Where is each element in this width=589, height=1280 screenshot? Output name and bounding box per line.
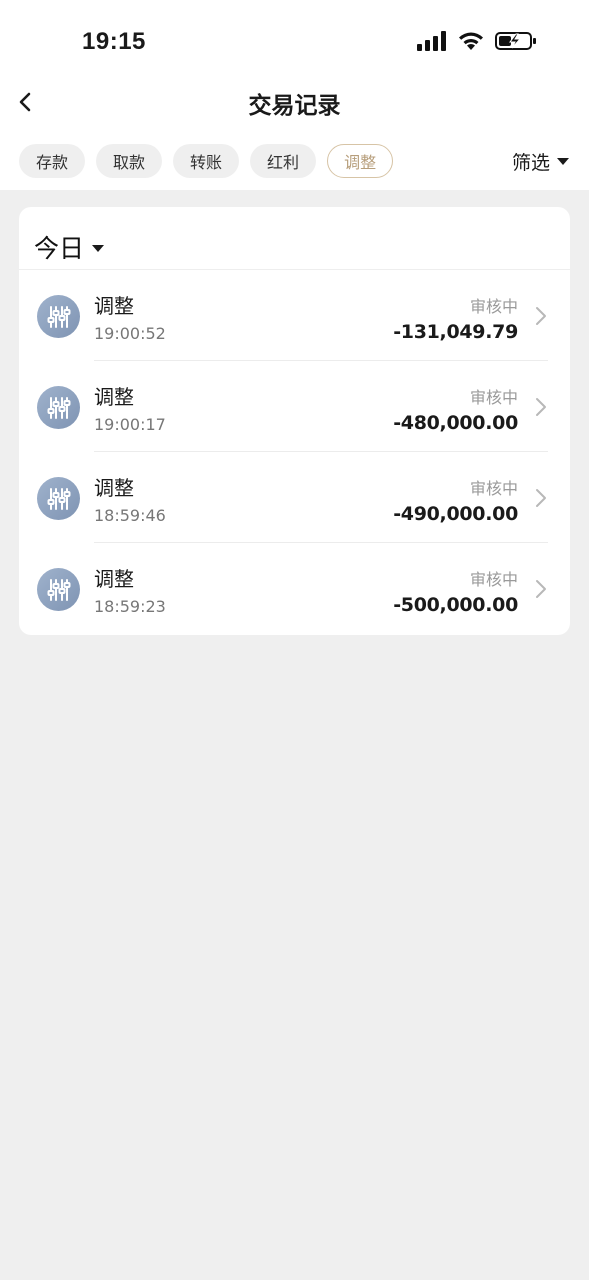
record-row[interactable]: 调整 18:59:46 审核中 -490,000.00 — [19, 452, 570, 543]
record-status: 审核中 — [469, 570, 518, 589]
adjust-sliders-icon — [37, 386, 80, 429]
record-amount: -131,049.79 — [393, 321, 518, 343]
records-card: 今日 调整 19:00:52 审核中 -131,049.79 调整 19:00:… — [19, 207, 570, 635]
record-time: 19:00:17 — [94, 415, 166, 434]
tab-adjustment[interactable]: 调整 — [327, 144, 394, 178]
record-type: 调整 — [94, 567, 134, 591]
record-time: 18:59:46 — [94, 506, 166, 525]
chevron-right-icon — [536, 489, 546, 507]
page-title: 交易记录 — [248, 93, 341, 119]
record-time: 18:59:23 — [94, 597, 166, 616]
record-time: 19:00:52 — [94, 324, 166, 343]
record-row[interactable]: 调整 18:59:23 审核中 -500,000.00 — [19, 543, 570, 634]
caret-down-icon — [92, 244, 105, 252]
record-type: 调整 — [94, 385, 134, 409]
record-type: 调整 — [94, 476, 134, 500]
wifi-icon — [459, 32, 483, 50]
record-status: 审核中 — [469, 479, 518, 498]
period-selector[interactable]: 今日 — [34, 229, 105, 265]
signal-icon — [417, 31, 446, 51]
record-row[interactable]: 调整 19:00:17 审核中 -480,000.00 — [19, 361, 570, 452]
nav-bar: 交易记录 — [0, 80, 589, 124]
battery-charging-icon — [495, 32, 536, 50]
chevron-right-icon — [536, 580, 546, 598]
tab-deposit[interactable]: 存款 — [19, 144, 86, 178]
record-amount: -500,000.00 — [393, 594, 518, 616]
status-icons — [417, 31, 537, 51]
adjust-sliders-icon — [37, 477, 80, 520]
tab-withdraw[interactable]: 取款 — [96, 144, 163, 178]
record-status: 审核中 — [469, 388, 518, 407]
record-amount: -480,000.00 — [393, 412, 518, 434]
chevron-right-icon — [536, 398, 546, 416]
header-area: 19:15 交易记录 存款 取款 转账 红利 调整 筛选 — [0, 0, 589, 190]
tab-bonus[interactable]: 红利 — [250, 144, 317, 178]
adjust-sliders-icon — [37, 295, 80, 338]
status-time: 19:15 — [82, 28, 146, 55]
record-type: 调整 — [94, 294, 134, 318]
period-label: 今日 — [34, 234, 85, 263]
record-amount: -490,000.00 — [393, 503, 518, 525]
status-bar: 19:15 — [0, 0, 589, 86]
filter-button[interactable]: 筛选 — [512, 148, 569, 174]
caret-down-icon — [557, 157, 569, 165]
record-status: 审核中 — [469, 297, 518, 316]
tab-transfer[interactable]: 转账 — [173, 144, 240, 178]
record-row[interactable]: 调整 19:00:52 审核中 -131,049.79 — [19, 270, 570, 361]
filter-label: 筛选 — [511, 151, 550, 174]
adjust-sliders-icon — [37, 568, 80, 611]
type-tabs: 存款 取款 转账 红利 调整 — [19, 144, 394, 178]
chevron-right-icon — [536, 307, 546, 325]
